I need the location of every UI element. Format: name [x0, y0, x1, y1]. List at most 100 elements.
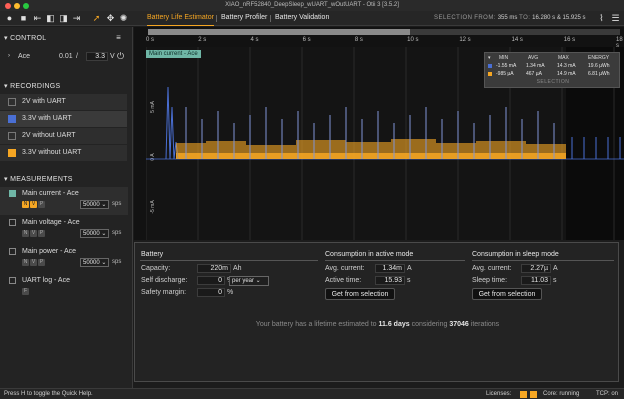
control-settings-icon[interactable]: ≡: [113, 32, 124, 43]
stats-footer: SELECTION: [536, 79, 570, 85]
license-badge[interactable]: [520, 391, 527, 398]
recording-item[interactable]: 2V with UART: [0, 94, 127, 110]
last-sample-icon[interactable]: ⇥: [71, 13, 82, 24]
chart-area[interactable]: 0 s2 s4 s6 s8 s 10 s 12 s 14 s 16 s 18 s 5 mA…: [134, 27, 624, 240]
chip-n[interactable]: N: [22, 201, 29, 208]
measurement-checkbox[interactable]: [9, 190, 16, 197]
value-separator: /: [76, 53, 78, 60]
sample-rate-select[interactable]: 50000 ⌄: [80, 200, 109, 209]
pointer-tool-icon[interactable]: ➚: [91, 13, 102, 24]
recording-item[interactable]: 2V without UART: [0, 128, 127, 144]
next-icon[interactable]: ◨: [58, 13, 69, 24]
measurement-main-power[interactable]: Main power - Ace N V P 50000 ⌄ sps: [0, 246, 128, 272]
measurement-uart-log[interactable]: UART log - Ace F: [0, 275, 128, 297]
lifetime-middle: considering: [411, 321, 448, 328]
lifetime-days: 11.6 days: [378, 321, 410, 328]
selection-and-label: &: [556, 15, 561, 21]
measurement-checkbox[interactable]: [9, 277, 16, 284]
stats-overlay: ▾ MIN AVG MAX ENERGY -1.55 mA 1.34 mA 14…: [484, 52, 620, 88]
first-sample-icon[interactable]: ⇤: [32, 13, 43, 24]
measurements-header[interactable]: ▾ MEASUREMENTS: [4, 175, 73, 183]
recording-label: 3.3V without UART: [22, 149, 82, 156]
x-tick-label: 14 s: [511, 37, 523, 43]
current-value: 0.01: [59, 53, 73, 60]
chip-v[interactable]: V: [30, 201, 37, 208]
measurement-main-current[interactable]: Main current - Ace N V P 50000 ⌄ sps: [0, 187, 128, 215]
active-time-label: Active time:: [325, 277, 362, 284]
sample-rate-select[interactable]: 50000 ⌄: [80, 258, 109, 267]
active-time-input[interactable]: 15.93: [375, 276, 405, 285]
expand-device-icon[interactable]: ›: [8, 53, 10, 59]
pan-tool-icon[interactable]: ✥: [105, 13, 116, 24]
recording-swatch-2[interactable]: [8, 132, 16, 140]
measurement-main-voltage[interactable]: Main voltage - Ace N V P 50000 ⌄ sps: [0, 217, 128, 243]
overview-bar[interactable]: [148, 29, 620, 35]
status-bar: Press H to toggle the Quick Help. Licens…: [0, 388, 624, 399]
tab-battery-profiler[interactable]: Battery Profiler: [221, 14, 267, 26]
chart-icon[interactable]: ⌇: [596, 13, 607, 24]
divider: [140, 260, 318, 261]
chip-n[interactable]: N: [22, 230, 29, 237]
recording-item[interactable]: 3.3V with UART: [0, 111, 127, 127]
chip-p[interactable]: P: [38, 230, 45, 237]
voltage-unit: V: [110, 53, 115, 60]
series-orange-step: [476, 141, 526, 159]
recordings-header-label: RECORDINGS: [10, 83, 61, 90]
capacity-label: Capacity:: [141, 265, 171, 272]
chip-p[interactable]: P: [38, 259, 45, 266]
active-time-unit: s: [407, 277, 411, 284]
active-get-from-selection-button[interactable]: Get from selection: [325, 288, 395, 300]
recording-swatch-0[interactable]: [8, 98, 16, 106]
sleep-avg-label: Avg. current:: [472, 265, 512, 272]
y-tick-label: 0 A: [150, 153, 156, 161]
chip-p[interactable]: P: [38, 201, 45, 208]
overview-selection[interactable]: [148, 29, 410, 35]
sleep-time-input[interactable]: 11.03: [521, 276, 551, 285]
chip-n[interactable]: N: [22, 259, 29, 266]
sliders-icon[interactable]: ☰: [610, 13, 621, 24]
series-orange-step: [246, 145, 296, 159]
measurement-checkbox[interactable]: [9, 219, 16, 226]
x-tick-label: 16 s: [563, 37, 576, 43]
self-discharge-input[interactable]: 0: [197, 276, 225, 285]
measurement-checkbox[interactable]: [9, 248, 16, 255]
stats-swatch-orange: [488, 72, 492, 76]
sample-rate-unit: sps: [112, 230, 122, 236]
divider: [472, 260, 614, 261]
x-tick-label: 6 s: [302, 37, 311, 43]
safety-margin-label: Safety margin:: [141, 289, 187, 296]
control-header[interactable]: ▾ CONTROL: [4, 34, 46, 42]
sample-rate-value: 50000: [83, 202, 100, 208]
capacity-input[interactable]: 220m: [197, 264, 231, 273]
chip-f[interactable]: F: [22, 288, 29, 295]
stats-min: -985 µA: [496, 71, 514, 77]
sleep-avg-input[interactable]: 2.27µ: [521, 264, 551, 273]
lifetime-iterations: 37046: [449, 321, 469, 328]
chip-v[interactable]: V: [30, 230, 37, 237]
tab-battery-validation[interactable]: Battery Validation: [275, 14, 329, 26]
previous-icon[interactable]: ◧: [45, 13, 56, 24]
device-control-row: › Ace 0.01 / 3.3 V ⏻: [0, 50, 128, 66]
recording-swatch-1[interactable]: [8, 115, 16, 123]
sleep-get-from-selection-button[interactable]: Get from selection: [472, 288, 542, 300]
license-badge[interactable]: [530, 391, 537, 398]
active-avg-input[interactable]: 1.34m: [375, 264, 405, 273]
voltage-input[interactable]: 3.3: [86, 52, 108, 61]
stats-expand-icon[interactable]: ▾: [488, 55, 491, 61]
sample-rate-select[interactable]: 50000 ⌄: [80, 229, 109, 238]
record-icon[interactable]: ●: [4, 13, 15, 24]
series-orange-step: [206, 141, 246, 159]
self-discharge-period-select[interactable]: per year ⌄: [229, 276, 269, 286]
settings-icon[interactable]: ✺: [118, 13, 129, 24]
recording-item[interactable]: 3.3V without UART: [0, 145, 127, 161]
sample-rate-unit: sps: [112, 259, 122, 265]
power-icon[interactable]: ⏻: [117, 51, 124, 62]
sidebar: ▾ CONTROL ≡ › Ace 0.01 / 3.3 V ⏻ ▾ RECOR…: [0, 27, 133, 388]
tab-battery-life-estimator[interactable]: Battery Life Estimator: [147, 14, 214, 26]
safety-margin-input[interactable]: 0: [197, 288, 225, 297]
recording-swatch-3[interactable]: [8, 149, 16, 157]
stop-icon[interactable]: ■: [18, 13, 29, 24]
device-name: Ace: [18, 53, 31, 60]
chip-v[interactable]: V: [30, 259, 37, 266]
recordings-header[interactable]: ▾ RECORDINGS: [4, 82, 61, 90]
